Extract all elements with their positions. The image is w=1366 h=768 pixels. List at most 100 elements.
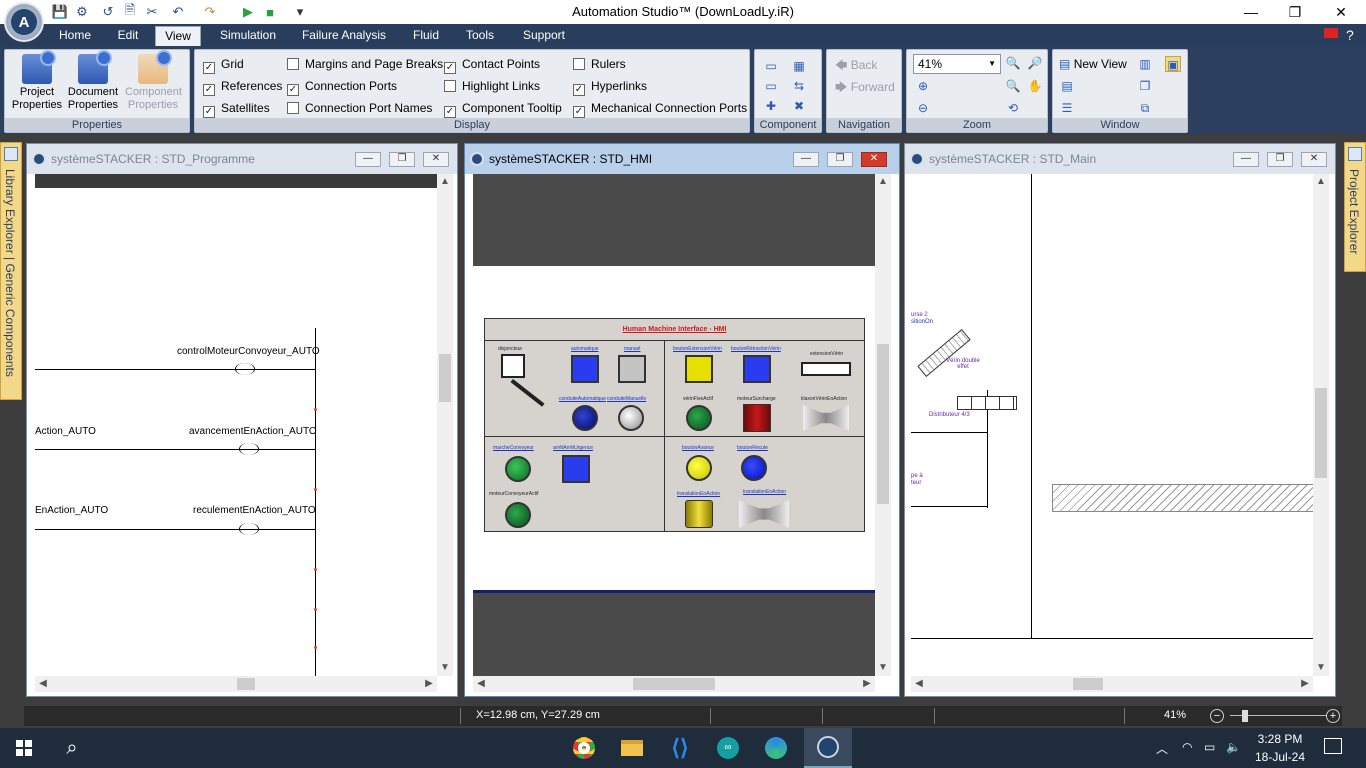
cut-icon[interactable]: ✂ xyxy=(142,3,162,21)
horizontal-scrollbar[interactable]: ◀ ▶ xyxy=(911,676,1313,692)
tab-tools[interactable]: Tools xyxy=(458,24,502,46)
zoom-select[interactable]: 41% ▼ xyxy=(913,54,1001,74)
maximize-window-button[interactable]: ❐ xyxy=(389,152,415,167)
scroll-down-icon[interactable]: ▼ xyxy=(875,660,891,676)
manuel-button[interactable] xyxy=(618,355,646,383)
tile-horizontal-icon[interactable]: ☰ xyxy=(1059,100,1075,116)
satellites-checkbox[interactable]: ✓ Satellites xyxy=(203,99,270,118)
redo-icon[interactable]: ↷ xyxy=(200,3,220,21)
connection-port-names-checkbox[interactable]: Connection Port Names xyxy=(287,99,432,117)
minimize-window-button[interactable]: — xyxy=(355,152,381,167)
undo-group-icon[interactable]: ↺ xyxy=(98,3,118,21)
scroll-right-icon[interactable]: ▶ xyxy=(1297,676,1313,692)
minimize-window-button[interactable]: — xyxy=(793,152,819,167)
chevron-up-icon[interactable]: ︿ xyxy=(1156,740,1168,757)
vscode-icon[interactable]: ⟨⟩ xyxy=(656,728,704,768)
bouton-extension-button[interactable] xyxy=(685,355,713,383)
stop-icon[interactable]: ■ xyxy=(260,3,280,21)
close-window-button[interactable]: ✕ xyxy=(1301,152,1327,167)
add-icon[interactable]: ✚ xyxy=(763,98,779,114)
close-button[interactable]: ✕ xyxy=(1318,0,1364,24)
edge-icon[interactable] xyxy=(752,728,800,768)
maximize-window-button[interactable]: ❐ xyxy=(827,152,853,167)
project-properties-button[interactable]: Project Properties xyxy=(9,50,65,112)
scroll-right-icon[interactable]: ▶ xyxy=(859,676,875,692)
close-window-button[interactable]: ✕ xyxy=(861,152,887,167)
clock-date[interactable]: 18-Jul-24 xyxy=(1250,750,1310,764)
document-properties-button[interactable]: Document Properties xyxy=(65,50,121,112)
minimize-window-button[interactable]: — xyxy=(1233,152,1259,167)
vertical-scrollbar[interactable]: ▲ ▼ xyxy=(875,174,891,676)
scroll-left-icon[interactable]: ◀ xyxy=(911,676,927,692)
disjoncteur-switch[interactable] xyxy=(501,354,525,378)
chrome-icon[interactable] xyxy=(560,728,608,768)
scroll-thumb[interactable] xyxy=(877,344,889,504)
arret-urgence-button[interactable] xyxy=(562,455,590,483)
play-icon[interactable]: ▶ xyxy=(238,3,258,21)
battery-icon[interactable]: ▭ xyxy=(1204,740,1215,754)
help-icon[interactable]: ? xyxy=(1346,28,1354,42)
tile-active-icon[interactable]: ▣ xyxy=(1165,56,1181,72)
contact-points-checkbox[interactable]: ✓ Contact Points xyxy=(444,55,540,74)
connection-ports-checkbox[interactable]: ✓ Connection Ports xyxy=(287,77,397,96)
remove-icon[interactable]: ✖ xyxy=(791,98,807,114)
hyperlinks-checkbox[interactable]: ✓ Hyperlinks xyxy=(573,77,647,96)
new-view-button[interactable]: ▤ New View xyxy=(1059,55,1127,73)
search-icon[interactable]: ⌕ xyxy=(48,728,96,768)
scroll-thumb[interactable] xyxy=(1073,678,1103,690)
automation-studio-icon[interactable] xyxy=(804,728,852,768)
scroll-thumb[interactable] xyxy=(633,678,715,690)
scroll-thumb[interactable] xyxy=(237,678,255,690)
vertical-scrollbar[interactable]: ▲ ▼ xyxy=(1313,174,1329,676)
vertical-scrollbar[interactable]: ▲ ▼ xyxy=(437,174,453,676)
scroll-thumb[interactable] xyxy=(439,354,451,402)
component-properties-button[interactable]: Component Properties xyxy=(125,50,182,112)
hmi-canvas[interactable]: Human Machine Interface - HMI disjoncteu… xyxy=(473,174,875,676)
settings-icon[interactable]: ⚙ xyxy=(72,3,92,21)
bouton-avance-button[interactable] xyxy=(686,455,712,481)
ladder-canvas[interactable]: controlMoteurConvoyeur_AUTO Action_AUTO … xyxy=(35,188,437,676)
marche-convoyeur-button[interactable] xyxy=(505,456,531,482)
scroll-right-icon[interactable]: ▶ xyxy=(421,676,437,692)
zoom-in-icon[interactable]: ⊕ xyxy=(915,78,931,94)
highlight-links-checkbox[interactable]: Highlight Links xyxy=(444,77,540,95)
scroll-up-icon[interactable]: ▲ xyxy=(437,174,453,190)
references-checkbox[interactable]: ✓ References xyxy=(203,77,282,96)
scroll-thumb[interactable] xyxy=(1315,388,1327,478)
horizontal-scrollbar[interactable]: ◀ ▶ xyxy=(473,676,875,692)
tab-fluid[interactable]: Fluid xyxy=(402,24,450,46)
connect-icon[interactable]: ⇆ xyxy=(791,78,807,94)
forward-button[interactable]: 🡆 Forward xyxy=(835,78,895,99)
cascade-icon[interactable]: ❐ xyxy=(1137,78,1153,94)
zoom-window-icon[interactable]: 🔍 xyxy=(1005,55,1021,71)
zoom-in-icon[interactable]: + xyxy=(1326,709,1340,723)
scroll-down-icon[interactable]: ▼ xyxy=(1313,660,1329,676)
id-move-icon[interactable]: ▭ xyxy=(763,78,779,94)
tab-view[interactable]: View xyxy=(155,26,201,47)
horizontal-scrollbar[interactable]: ◀ ▶ xyxy=(35,676,437,692)
scroll-up-icon[interactable]: ▲ xyxy=(1313,174,1329,190)
automatique-button[interactable] xyxy=(571,355,599,383)
scroll-left-icon[interactable]: ◀ xyxy=(35,676,51,692)
bouton-retraction-button[interactable] xyxy=(743,355,771,383)
project-explorer-tab[interactable]: Project Explorer xyxy=(1344,142,1366,272)
clock-time[interactable]: 3:28 PM xyxy=(1250,732,1310,746)
library-explorer-tab[interactable]: Library Explorer | Generic Components xyxy=(0,142,22,400)
margins-checkbox[interactable]: Margins and Page Breaks xyxy=(287,55,443,73)
zoom-fit-icon[interactable]: 🔍 xyxy=(1005,78,1021,94)
notification-icon[interactable] xyxy=(1324,738,1342,754)
switch-windows-icon[interactable]: ⧉ xyxy=(1137,100,1153,116)
back-button[interactable]: 🡄 Back xyxy=(835,56,877,77)
bouton-recule-button[interactable] xyxy=(741,455,767,481)
zoom-select-icon[interactable]: 🔎 xyxy=(1027,55,1043,71)
tab-edit[interactable]: Edit xyxy=(106,24,150,46)
pan-hand-icon[interactable]: ✋ xyxy=(1027,78,1043,94)
file-explorer-icon[interactable] xyxy=(608,728,656,768)
maximize-button[interactable]: ❐ xyxy=(1272,0,1318,24)
rulers-checkbox[interactable]: Rulers xyxy=(573,55,626,73)
zoom-slider-thumb[interactable] xyxy=(1242,710,1248,722)
undo-icon[interactable]: ↶ xyxy=(168,3,188,21)
app-logo[interactable]: A xyxy=(4,2,44,42)
tab-simulation[interactable]: Simulation xyxy=(210,24,286,46)
close-window-button[interactable]: ✕ xyxy=(423,152,449,167)
